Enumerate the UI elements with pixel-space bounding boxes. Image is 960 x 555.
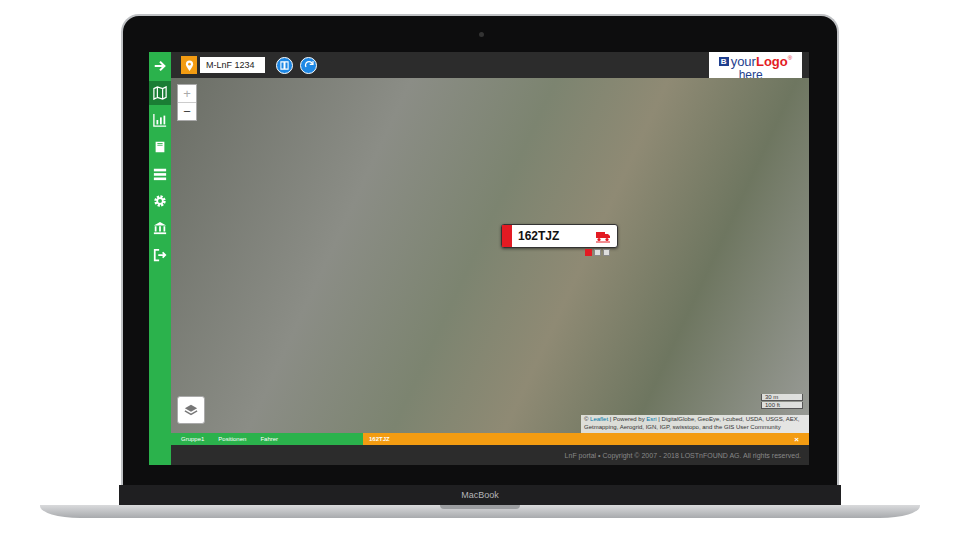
pin-icon — [185, 60, 194, 71]
close-button[interactable]: × — [794, 435, 799, 444]
map-attribution: © Leaflet | Powered by Esri | DigitalGlo… — [581, 415, 809, 433]
sidebar-item[interactable] — [149, 189, 171, 213]
truck-icon — [595, 229, 611, 243]
laptop-lid: M-LnF 1234 B yourLogo® here + − 162TJZ 3… — [121, 14, 839, 485]
satellite-map[interactable]: + − 162TJZ 30 m100 ft © Leaflet | Powere… — [171, 78, 809, 433]
brand-label: MacBook — [461, 490, 499, 500]
book-icon — [153, 140, 167, 154]
bottom-tab[interactable]: Gruppe1 — [181, 436, 204, 442]
attribution-link[interactable]: Leaflet — [590, 416, 608, 422]
bottom-tab[interactable]: Positionen — [218, 436, 246, 442]
logo-badge: B — [719, 57, 729, 66]
refresh-button[interactable] — [300, 57, 317, 74]
map-icon — [153, 86, 167, 100]
bank-icon — [153, 221, 167, 235]
zoom-in-button[interactable]: + — [178, 85, 196, 103]
bottom-tabs: Gruppe1 Positionen Fahrer — [171, 433, 363, 445]
bottom-tab[interactable]: Fahrer — [260, 436, 278, 442]
toolbar: M-LnF 1234 B yourLogo® here — [171, 52, 809, 78]
marker-label: 162TJZ — [512, 225, 595, 247]
gear-icon — [153, 194, 167, 208]
chart-icon — [153, 113, 167, 127]
refresh-icon — [304, 60, 314, 70]
layers-button[interactable] — [177, 396, 205, 424]
laptop-base — [40, 505, 920, 518]
page-indicator[interactable] — [585, 249, 592, 256]
sidebar-item[interactable] — [149, 243, 171, 267]
book-icon — [280, 61, 289, 70]
vehicle-marker[interactable]: 162TJZ — [501, 224, 618, 256]
sidebar-item[interactable] — [149, 108, 171, 132]
book-button[interactable] — [276, 57, 293, 74]
main-area: M-LnF 1234 B yourLogo® here + − 162TJZ 3… — [171, 52, 809, 465]
vehicle-field[interactable]: M-LnF 1234 — [200, 57, 265, 73]
scale-line: 100 ft — [761, 402, 803, 409]
sidebar-item[interactable] — [149, 81, 171, 105]
logout-icon — [153, 248, 167, 262]
footer: LnF portal • Copyright © 2007 - 2018 LOS… — [171, 445, 809, 465]
laptop-chin: MacBook — [119, 485, 841, 505]
product-shot: M-LnF 1234 B yourLogo® here + − 162TJZ 3… — [0, 0, 960, 555]
scale-line: 30 m — [761, 394, 803, 401]
attribution-link[interactable]: Esri — [646, 416, 656, 422]
map-scale: 30 m100 ft — [761, 394, 803, 409]
attribution-text: © — [584, 416, 590, 422]
marker-pages — [585, 249, 610, 256]
list-icon — [153, 167, 167, 181]
camera-icon — [479, 32, 484, 37]
zoom-control: + − — [177, 84, 197, 121]
locate-button[interactable] — [181, 56, 197, 74]
page-indicator[interactable] — [594, 249, 601, 256]
sidebar-item[interactable] — [149, 216, 171, 240]
sidebar — [149, 52, 171, 465]
marker-flag — [502, 225, 512, 247]
sidebar-item[interactable] — [149, 135, 171, 159]
zoom-out-button[interactable]: − — [178, 103, 196, 120]
app-screen: M-LnF 1234 B yourLogo® here + − 162TJZ 3… — [149, 52, 809, 465]
layers-icon — [184, 403, 198, 417]
sidebar-item[interactable] — [149, 162, 171, 186]
page-indicator[interactable] — [603, 249, 610, 256]
attribution-text: | Powered by — [608, 416, 646, 422]
arrow-icon — [153, 59, 167, 73]
bottom-panel-bar: Gruppe1 Positionen Fahrer 162TJZ × — [171, 433, 809, 445]
sidebar-item[interactable] — [149, 54, 171, 78]
bottom-panel-title[interactable]: 162TJZ × — [363, 433, 809, 445]
